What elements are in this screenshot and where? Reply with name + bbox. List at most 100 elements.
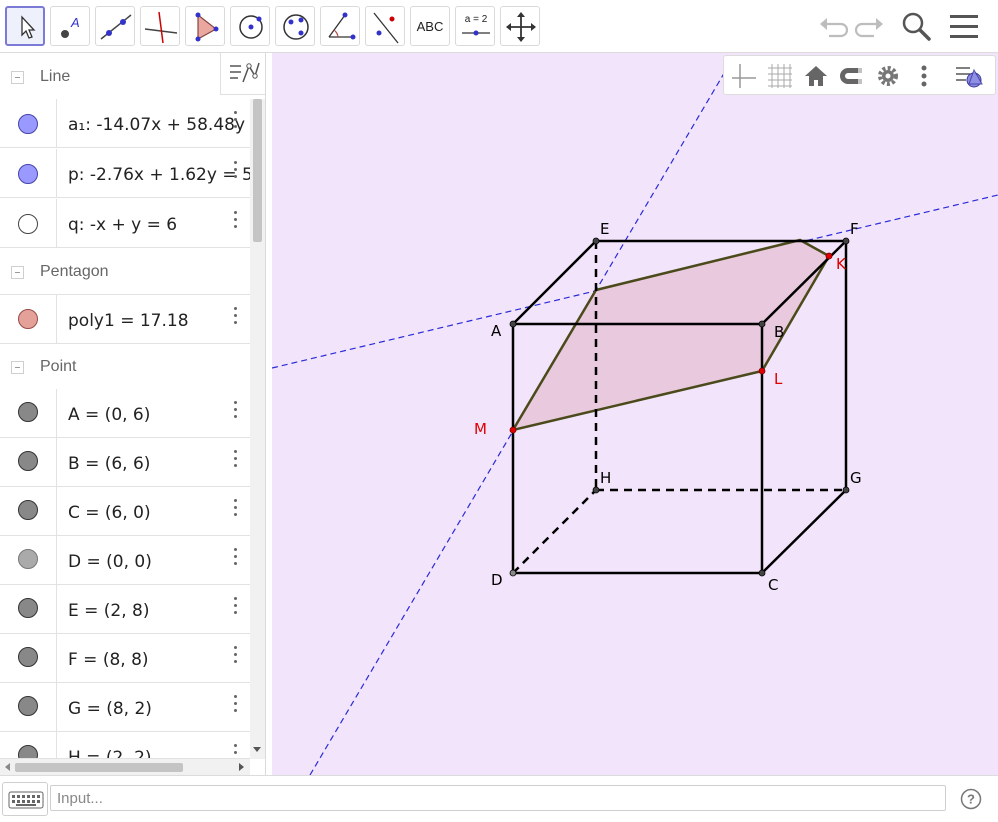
row-menu-icon[interactable] [226, 109, 246, 133]
algebra-row-q[interactable]: q: -x + y = 6 [0, 199, 250, 248]
visibility-marble-icon[interactable] [18, 696, 38, 716]
standard-view-button[interactable] [800, 60, 832, 92]
point-capturing-button[interactable] [836, 60, 868, 92]
collapse-icon[interactable] [11, 71, 24, 84]
algebra-row-D[interactable]: D = (0, 0) [0, 536, 250, 585]
main-menu-button[interactable] [946, 8, 982, 44]
row-menu-icon[interactable] [226, 546, 246, 570]
group-header-point[interactable]: Point [0, 344, 250, 390]
reflect-tool-button[interactable] [365, 6, 405, 46]
visibility-marble-icon[interactable] [18, 451, 38, 471]
algebra-row-text[interactable]: F = (8, 8) [68, 650, 149, 670]
scroll-down-arrow-icon[interactable] [252, 746, 262, 754]
point-K[interactable] [825, 252, 833, 260]
row-menu-icon[interactable] [226, 595, 246, 619]
group-header-line[interactable]: Line [0, 54, 250, 100]
point-L[interactable] [758, 367, 766, 375]
visibility-marble-icon[interactable] [18, 598, 38, 618]
algebra-row-text[interactable]: G = (8, 2) [68, 699, 152, 719]
undo-button[interactable] [815, 8, 851, 44]
algebra-row-F[interactable]: F = (8, 8) [0, 634, 250, 683]
graph-style-icon [230, 62, 260, 83]
graphics-settings-button[interactable] [872, 60, 904, 92]
row-menu-icon[interactable] [226, 693, 246, 717]
algebra-row-text[interactable]: C = (6, 0) [68, 503, 151, 523]
polygon-tool-button[interactable] [185, 6, 225, 46]
algebra-row-C[interactable]: C = (6, 0) [0, 487, 250, 536]
algebra-row-text[interactable]: E = (2, 8) [68, 601, 150, 621]
point-G[interactable] [842, 486, 850, 494]
algebra-row-E[interactable]: E = (2, 8) [0, 585, 250, 634]
algebra-row-A[interactable]: A = (0, 6) [0, 389, 250, 438]
visibility-marble-icon[interactable] [18, 114, 38, 134]
row-menu-icon[interactable] [226, 399, 246, 423]
point-D[interactable] [509, 569, 517, 577]
algebra-row-H[interactable]: H = (2, 2) [0, 732, 250, 759]
visibility-marble-icon[interactable] [18, 500, 38, 520]
group-header-pentagon[interactable]: Pentagon [0, 249, 250, 295]
row-menu-icon[interactable] [226, 209, 246, 233]
row-menu-icon[interactable] [226, 159, 246, 183]
virtual-keyboard-button[interactable] [2, 782, 48, 816]
point-E[interactable] [592, 237, 600, 245]
algebra-row-text[interactable]: B = (6, 6) [68, 454, 150, 474]
visibility-marble-icon[interactable] [18, 549, 38, 569]
row-menu-icon[interactable] [226, 742, 246, 758]
scroll-left-arrow-icon[interactable] [3, 762, 11, 772]
algebra-row-text[interactable]: poly1 = 17.18 [68, 311, 189, 331]
row-menu-icon[interactable] [226, 305, 246, 329]
algebra-row-G[interactable]: G = (8, 2) [0, 683, 250, 732]
slider-tool-button[interactable]: a = 2 [455, 6, 495, 46]
row-menu-icon[interactable] [226, 448, 246, 472]
graphics-style-toggle-button[interactable] [952, 60, 984, 92]
collapse-icon[interactable] [11, 361, 24, 374]
visibility-marble-icon[interactable] [18, 214, 38, 234]
graphics-more-button[interactable] [908, 60, 940, 92]
algebra-row-a1[interactable]: a₁: -14.07x + 58.48y [0, 99, 250, 148]
perpendicular-tool-button[interactable] [140, 6, 180, 46]
algebra-row-poly1[interactable]: poly1 = 17.18 [0, 295, 250, 344]
toggle-grid-button[interactable] [764, 60, 796, 92]
algebra-row-p[interactable]: p: -2.76x + 1.62y = 5 [0, 149, 253, 198]
input-help-button[interactable]: ? [960, 788, 982, 810]
point-M[interactable] [509, 426, 517, 434]
visibility-marble-icon[interactable] [18, 164, 38, 184]
algebra-style-bar-button[interactable] [220, 53, 265, 95]
circle-tool-button[interactable] [230, 6, 270, 46]
point-A[interactable] [509, 320, 517, 328]
toggle-axes-button[interactable] [728, 60, 760, 92]
point-tool-button[interactable]: A [50, 6, 90, 46]
visibility-marble-icon[interactable] [18, 647, 38, 667]
angle-tool-button[interactable] [320, 6, 360, 46]
scroll-right-arrow-icon[interactable] [238, 762, 246, 772]
algebra-row-text[interactable]: a₁: -14.07x + 58.48y [68, 115, 245, 135]
algebra-row-text[interactable]: A = (0, 6) [68, 405, 150, 425]
collapse-icon[interactable] [11, 266, 24, 279]
line-tool-button[interactable] [95, 6, 135, 46]
row-menu-icon[interactable] [226, 497, 246, 521]
algebra-row-text[interactable]: q: -x + y = 6 [68, 215, 177, 235]
point-F[interactable] [842, 237, 850, 245]
geometry-canvas[interactable]: A B C D E F G H K L M [272, 53, 998, 775]
visibility-marble-icon[interactable] [18, 745, 38, 758]
redo-button[interactable] [852, 8, 888, 44]
point-B[interactable] [758, 320, 766, 328]
visibility-marble-icon[interactable] [18, 309, 38, 329]
algebra-input-field[interactable] [50, 785, 946, 811]
graphics-view[interactable]: A B C D E F G H K L M [272, 53, 998, 775]
algebra-row-B[interactable]: B = (6, 6) [0, 438, 250, 487]
vertical-scrollbar-thumb[interactable] [253, 99, 262, 242]
point-H[interactable] [592, 486, 600, 494]
translate-view-tool-button[interactable] [500, 6, 540, 46]
point-C[interactable] [758, 569, 766, 577]
text-tool-button[interactable]: ABC [410, 6, 450, 46]
algebra-row-text[interactable]: H = (2, 2) [68, 748, 152, 758]
row-menu-icon[interactable] [226, 644, 246, 668]
ellipse-tool-button[interactable] [275, 6, 315, 46]
algebra-row-text[interactable]: D = (0, 0) [68, 552, 152, 572]
horizontal-scrollbar-thumb[interactable] [15, 763, 183, 772]
search-button[interactable] [898, 8, 934, 44]
undo-icon [820, 18, 849, 38]
visibility-marble-icon[interactable] [18, 402, 38, 422]
move-tool-button[interactable] [5, 6, 45, 46]
